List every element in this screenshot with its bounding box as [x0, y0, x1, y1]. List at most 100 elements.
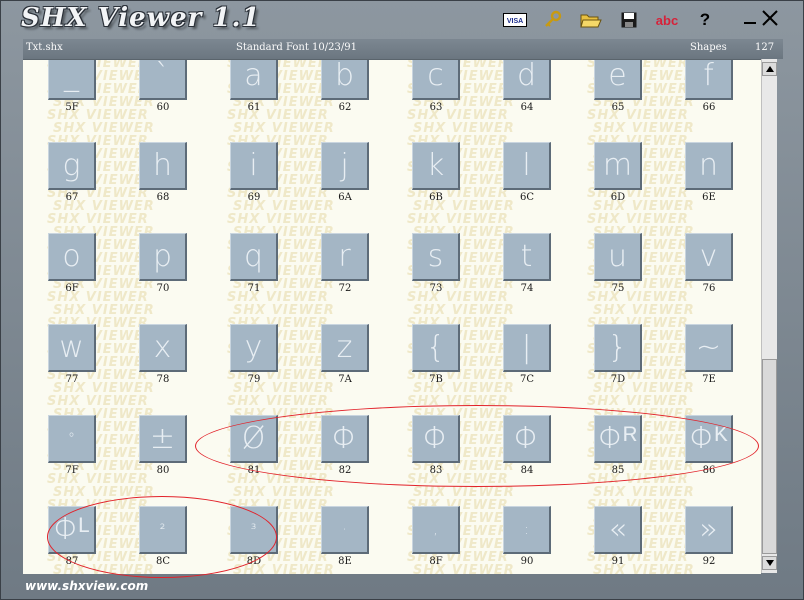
glyph-char: y — [244, 329, 263, 365]
minimize-button[interactable] — [739, 7, 761, 29]
glyph-code: 90 — [520, 556, 534, 567]
glyph-code: 61 — [247, 102, 261, 113]
glyph-char: h — [152, 147, 172, 183]
glyph-char: z — [336, 329, 353, 365]
glyph-char: } — [607, 329, 628, 365]
glyph-cell[interactable]: r — [321, 233, 369, 281]
glyph-char: t — [520, 238, 533, 274]
glyph-char: b — [334, 59, 355, 93]
glyph-cell[interactable]: | — [503, 324, 551, 372]
glyph-cell[interactable]: Φᴿ — [594, 415, 642, 463]
watermark-text: SHX VIEWER — [413, 303, 515, 318]
key-icon[interactable] — [539, 9, 567, 31]
glyph-cell[interactable]: { — [412, 324, 460, 372]
glyph-char: o — [62, 238, 81, 274]
app-window: SHX Viewer 1.1 VISA abc ? Txt.shx Standa… — [0, 0, 804, 600]
abc-font-button[interactable]: abc — [653, 9, 681, 31]
shapes-count: 127 — [755, 42, 775, 53]
help-button[interactable]: ? — [691, 9, 719, 31]
glyph-cell[interactable]: q — [230, 233, 278, 281]
file-name: Txt.shx — [26, 42, 63, 53]
glyph-char: Φ — [331, 420, 358, 456]
glyph-cell[interactable]: Φᴸ — [48, 506, 96, 554]
glyph-cell[interactable]: w — [48, 324, 96, 372]
glyph-cell[interactable]: m — [594, 142, 642, 190]
glyph-cell[interactable]: g — [48, 142, 96, 190]
glyph-cell[interactable]: Φᴷ — [685, 415, 733, 463]
watermark-text: SHX VIEWER — [413, 121, 515, 136]
glyph-cell[interactable]: p — [139, 233, 187, 281]
title-bar[interactable]: SHX Viewer 1.1 VISA abc ? — [1, 1, 803, 37]
glyph-code: 6C — [519, 192, 534, 203]
glyph-cell[interactable]: Φ — [412, 415, 460, 463]
watermark-text: SHX VIEWER — [593, 303, 695, 318]
glyph-code: 5F — [65, 102, 79, 113]
glyph-char: Ø — [241, 420, 266, 456]
glyph-grid-panel[interactable]: SHX VIEWER SHX VIEWER SHX VIEWER SHX VIEWER… — [23, 59, 761, 574]
glyph-cell[interactable]: l — [503, 142, 551, 190]
glyph-cell[interactable]: k — [412, 142, 460, 190]
glyph-code: 72 — [338, 283, 352, 294]
glyph-cell[interactable]: : — [503, 506, 551, 554]
visa-card-icon[interactable]: VISA — [501, 9, 529, 31]
glyph-cell[interactable]: c — [412, 59, 460, 100]
save-disk-icon[interactable] — [615, 9, 643, 31]
glyph-char: s — [427, 238, 444, 274]
glyph-code: 87 — [65, 556, 79, 567]
glyph-cell[interactable]: b — [321, 59, 369, 100]
glyph-code: 68 — [156, 192, 170, 203]
glyph-cell[interactable]: ~ — [685, 324, 733, 372]
close-button[interactable] — [759, 7, 781, 29]
glyph-code: 92 — [702, 556, 716, 567]
glyph-cell[interactable]: _ — [48, 59, 96, 100]
glyph-cell[interactable]: y — [230, 324, 278, 372]
glyph-code: 74 — [520, 283, 534, 294]
glyph-cell[interactable]: a — [230, 60, 278, 100]
footer-url[interactable]: www.shxview.com — [25, 579, 148, 593]
glyph-cell[interactable]: f — [685, 59, 733, 100]
visa-label: VISA — [507, 18, 523, 25]
glyph-cell[interactable]: « — [594, 506, 642, 554]
glyph-cell[interactable]: ³ — [230, 506, 278, 554]
glyph-cell[interactable]: , — [412, 506, 460, 554]
glyph-cell[interactable]: j — [321, 142, 369, 190]
scroll-up-button[interactable] — [762, 62, 777, 76]
glyph-cell[interactable]: u — [594, 233, 642, 281]
glyph-cell[interactable]: » — [685, 506, 733, 554]
glyph-cell[interactable]: s — [412, 233, 460, 281]
glyph-code: 7E — [702, 374, 716, 385]
glyph-cell[interactable]: ² — [139, 506, 187, 554]
glyph-char: l — [522, 147, 531, 183]
glyph-cell[interactable]: n — [685, 142, 733, 190]
glyph-cell[interactable]: t — [503, 233, 551, 281]
glyph-char: , — [433, 521, 438, 538]
glyph-char: c — [427, 59, 444, 93]
scroll-thumb[interactable] — [762, 359, 777, 554]
open-folder-icon[interactable] — [577, 9, 605, 31]
glyph-code: 80 — [156, 465, 170, 476]
glyph-cell[interactable]: d — [503, 60, 551, 100]
glyph-cell[interactable]: o — [48, 233, 96, 281]
glyph-code: 6E — [702, 192, 716, 203]
glyph-cell[interactable]: i — [230, 142, 278, 190]
glyph-cell[interactable]: e — [594, 60, 642, 100]
glyph-cell[interactable]: } — [594, 324, 642, 372]
glyph-cell[interactable]: Ø — [230, 415, 278, 463]
glyph-cell[interactable]: · — [321, 506, 369, 554]
glyph-cell[interactable]: x — [139, 324, 187, 372]
vertical-scrollbar[interactable] — [761, 59, 777, 573]
glyph-char: : — [524, 521, 529, 538]
glyph-cell[interactable]: Φ — [321, 415, 369, 463]
watermark-text: SHX VIEWER — [593, 485, 695, 500]
glyph-cell[interactable]: h — [139, 142, 187, 190]
glyph-cell[interactable]: ± — [139, 415, 187, 463]
glyph-code: 8C — [155, 556, 170, 567]
glyph-cell[interactable]: Φ — [503, 415, 551, 463]
glyph-cell[interactable]: v — [685, 233, 733, 281]
scroll-down-button[interactable] — [762, 556, 777, 570]
glyph-char: f — [703, 59, 714, 93]
glyph-cell[interactable]: ` — [139, 60, 187, 100]
glyph-char: _ — [64, 59, 79, 93]
glyph-cell[interactable]: z — [321, 324, 369, 372]
glyph-cell[interactable]: ° — [48, 415, 96, 463]
